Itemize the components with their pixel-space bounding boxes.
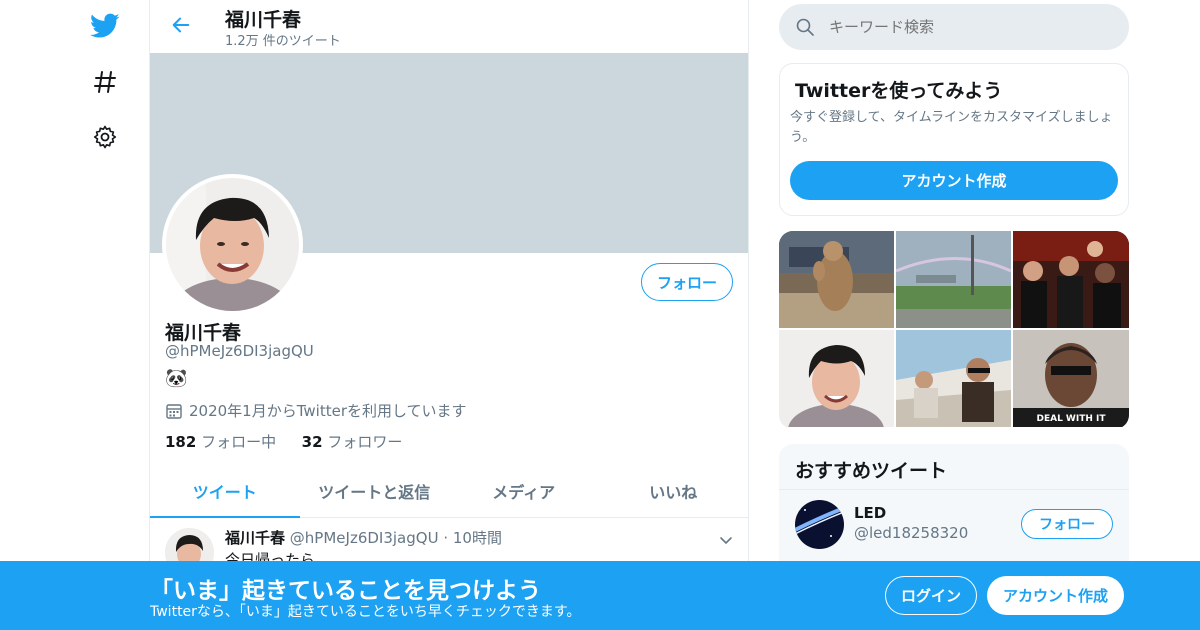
prompt-title: 「いま」起きていることを見つけよう (150, 578, 541, 604)
tab-tweets[interactable]: ツイート (150, 465, 300, 518)
profile-avatar[interactable] (162, 174, 303, 315)
tab-likes[interactable]: いいね (599, 465, 749, 517)
media-thumbnail[interactable] (779, 231, 894, 328)
tweet-count: 1.2万 件のツイート (225, 34, 341, 49)
login-button[interactable]: ログイン (885, 576, 977, 615)
signup-prompt-bar: 「いま」起きていることを見つけよう Twitterなら、「いま」起きていることを… (0, 561, 1200, 630)
tab-tweets-and-replies[interactable]: ツイートと返信 (300, 465, 450, 517)
divider (779, 489, 1129, 490)
media-grid: DEAL WITH IT (779, 231, 1129, 429)
media-thumbnail[interactable] (1013, 231, 1129, 328)
joined-text: 2020年1月からTwitterを利用しています (189, 402, 467, 420)
recommended-user-handle: @led18258320 (854, 524, 969, 542)
recommended-user-name[interactable]: LED (854, 504, 886, 522)
profile-handle: @hPMeJz6DI3jagQU (165, 342, 314, 360)
media-thumbnail[interactable]: DEAL WITH IT (1013, 330, 1129, 427)
profile-header-bar: 福川千春 1.2万 件のツイート (150, 0, 748, 53)
recommended-user-avatar[interactable] (795, 500, 844, 549)
media-caption: DEAL WITH IT (1036, 414, 1106, 424)
search-icon (795, 17, 815, 37)
signup-card-title: Twitterを使ってみよう (795, 80, 1003, 102)
followers-link[interactable]: 32 フォロワー (302, 433, 403, 451)
calendar-icon (165, 402, 183, 420)
tweet-header: 福川千春 @hPMeJz6DI3jagQU · 10時間 (225, 527, 502, 548)
gear-icon[interactable] (88, 120, 122, 154)
tab-media[interactable]: メディア (449, 465, 599, 517)
follow-button[interactable]: フォロー (641, 263, 733, 301)
signup-card: Twitterを使ってみよう 今すぐ登録して、タイムラインをカスタマイズしましょ… (779, 63, 1129, 216)
signup-card-description: 今すぐ登録して、タイムラインをカスタマイズしましょう。 (790, 110, 1113, 145)
profile-bio: 🐼 (165, 368, 188, 389)
tweet-author-handle: @hPMeJz6DI3jagQU (289, 529, 439, 547)
profile-name: 福川千春 (165, 322, 242, 344)
hashtag-icon[interactable] (88, 65, 122, 99)
back-arrow-icon[interactable] (166, 10, 196, 40)
profile-column: 福川千春 1.2万 件のツイート フォロー 福川千春 @hPMeJz6DI3ja… (149, 0, 749, 630)
chevron-down-icon[interactable] (716, 530, 736, 550)
following-link[interactable]: 182 フォロー中 (165, 433, 276, 451)
profile-tabs: ツイート ツイートと返信 メディア いいね (150, 465, 748, 518)
recommended-title: おすすめツイート (795, 460, 948, 482)
twitter-bird-icon[interactable] (88, 9, 122, 43)
search-box[interactable] (779, 4, 1129, 50)
tweet-author-name[interactable]: 福川千春 (225, 529, 285, 547)
tweet-separator: · (443, 529, 449, 547)
follow-stats: 182 フォロー中 32 フォロワー (165, 431, 402, 452)
prompt-subtitle: Twitterなら、「いま」起きていることをいち早くチェックできます。 (150, 604, 581, 620)
tweet-time[interactable]: 10時間 (453, 529, 502, 547)
media-thumbnail[interactable] (896, 330, 1011, 427)
recommended-follow-button[interactable]: フォロー (1021, 509, 1113, 539)
header-title: 福川千春 (225, 9, 302, 31)
joined-date: 2020年1月からTwitterを利用しています (165, 400, 467, 421)
left-navigation (0, 0, 150, 630)
signup-button[interactable]: アカウント作成 (987, 576, 1124, 615)
media-thumbnail[interactable] (896, 231, 1011, 328)
search-input[interactable] (829, 18, 1109, 36)
media-thumbnail[interactable] (779, 330, 894, 427)
create-account-button[interactable]: アカウント作成 (790, 161, 1118, 200)
